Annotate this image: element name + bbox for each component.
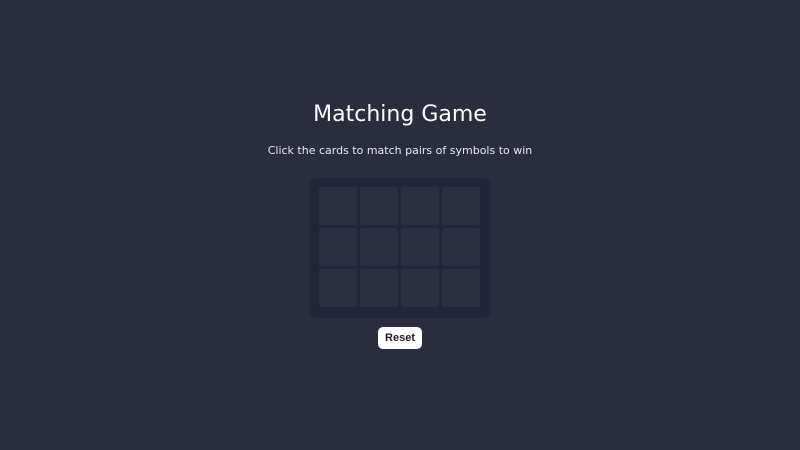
- card[interactable]: [442, 269, 480, 307]
- card[interactable]: [401, 228, 439, 266]
- game-title: Matching Game: [313, 102, 487, 127]
- card-grid: [309, 178, 491, 318]
- reset-button[interactable]: Reset: [378, 327, 422, 349]
- card[interactable]: [319, 187, 357, 225]
- card[interactable]: [360, 187, 398, 225]
- card[interactable]: [401, 187, 439, 225]
- card[interactable]: [360, 228, 398, 266]
- card[interactable]: [401, 269, 439, 307]
- card[interactable]: [442, 187, 480, 225]
- card[interactable]: [319, 269, 357, 307]
- matching-game: Matching Game Click the cards to match p…: [0, 0, 800, 450]
- card[interactable]: [442, 228, 480, 266]
- game-instructions: Click the cards to match pairs of symbol…: [267, 144, 533, 157]
- card[interactable]: [319, 228, 357, 266]
- card[interactable]: [360, 269, 398, 307]
